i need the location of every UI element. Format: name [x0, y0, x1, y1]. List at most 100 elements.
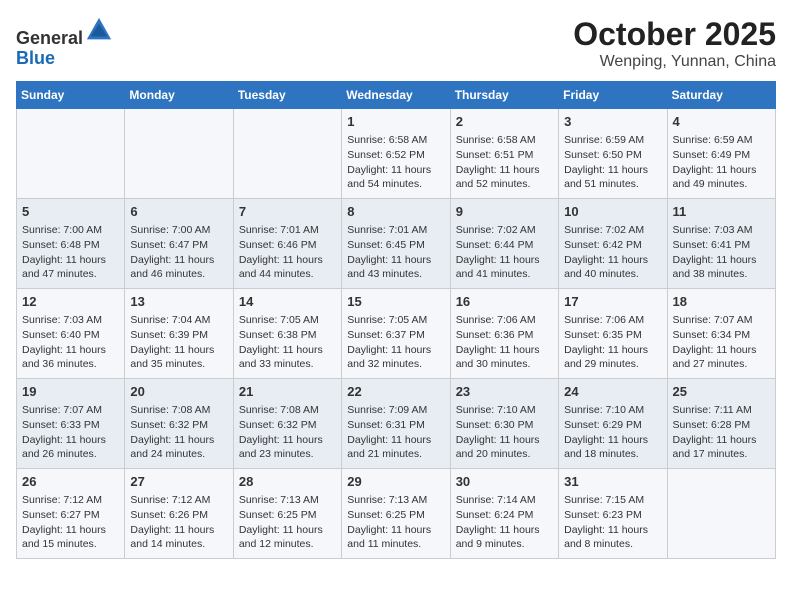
- week-row-3: 12 Sunrise: 7:03 AM Sunset: 6:40 PM Dayli…: [17, 289, 776, 379]
- day-cell-22: 22 Sunrise: 7:09 AM Sunset: 6:31 PM Dayli…: [342, 379, 450, 469]
- day-info: Sunrise: 7:04 AM Sunset: 6:39 PM Dayligh…: [130, 313, 227, 372]
- day-number: 29: [347, 473, 444, 491]
- day-number: 5: [22, 203, 119, 221]
- day-cell-4: 4 Sunrise: 6:59 AM Sunset: 6:49 PM Daylig…: [667, 109, 775, 199]
- day-number: 16: [456, 293, 553, 311]
- day-cell-12: 12 Sunrise: 7:03 AM Sunset: 6:40 PM Dayli…: [17, 289, 125, 379]
- day-info: Sunrise: 7:01 AM Sunset: 6:46 PM Dayligh…: [239, 223, 336, 282]
- day-info: Sunrise: 6:59 AM Sunset: 6:49 PM Dayligh…: [673, 133, 770, 192]
- day-number: 14: [239, 293, 336, 311]
- day-cell-18: 18Sunrise: 7:07 AM Sunset: 6:34 PM Dayli…: [667, 289, 775, 379]
- weekday-sunday: Sunday: [17, 82, 125, 109]
- day-info: Sunrise: 7:10 AM Sunset: 6:29 PM Dayligh…: [564, 403, 661, 462]
- day-info: Sunrise: 7:08 AM Sunset: 6:32 PM Dayligh…: [239, 403, 336, 462]
- day-cell-8: 8Sunrise: 7:01 AM Sunset: 6:45 PM Daylig…: [342, 199, 450, 289]
- day-info: Sunrise: 6:58 AM Sunset: 6:52 PM Dayligh…: [347, 133, 444, 192]
- day-info: Sunrise: 7:03 AM Sunset: 6:40 PM Dayligh…: [22, 313, 119, 372]
- day-cell-31: 31 Sunrise: 7:15 AM Sunset: 6:23 PM Dayli…: [559, 469, 667, 559]
- day-number: 10: [564, 203, 661, 221]
- day-cell-16: 16 Sunrise: 7:06 AM Sunset: 6:36 PM Dayli…: [450, 289, 558, 379]
- day-number: 20: [130, 383, 227, 401]
- day-info: Sunrise: 7:13 AM Sunset: 6:25 PM Dayligh…: [347, 493, 444, 552]
- day-cell-7: 7 Sunrise: 7:01 AM Sunset: 6:46 PM Daylig…: [233, 199, 341, 289]
- day-info: Sunrise: 7:15 AM Sunset: 6:23 PM Dayligh…: [564, 493, 661, 552]
- day-number: 25: [673, 383, 770, 401]
- day-number: 18: [673, 293, 770, 311]
- day-info: Sunrise: 7:14 AM Sunset: 6:24 PM Dayligh…: [456, 493, 553, 552]
- empty-cell: [233, 109, 341, 199]
- day-info: Sunrise: 7:10 AM Sunset: 6:30 PM Dayligh…: [456, 403, 553, 462]
- day-cell-24: 24 Sunrise: 7:10 AM Sunset: 6:29 PM Dayli…: [559, 379, 667, 469]
- day-info: Sunrise: 7:00 AM Sunset: 6:47 PM Dayligh…: [130, 223, 227, 282]
- day-cell-26: 26Sunrise: 7:12 AM Sunset: 6:27 PM Dayli…: [17, 469, 125, 559]
- day-number: 24: [564, 383, 661, 401]
- empty-cell: [125, 109, 233, 199]
- day-info: Sunrise: 7:09 AM Sunset: 6:31 PM Dayligh…: [347, 403, 444, 462]
- empty-cell: [17, 109, 125, 199]
- day-cell-20: 20Sunrise: 7:08 AM Sunset: 6:32 PM Dayli…: [125, 379, 233, 469]
- week-row-4: 19Sunrise: 7:07 AM Sunset: 6:33 PM Dayli…: [17, 379, 776, 469]
- day-number: 23: [456, 383, 553, 401]
- weekday-wednesday: Wednesday: [342, 82, 450, 109]
- day-cell-30: 30Sunrise: 7:14 AM Sunset: 6:24 PM Dayli…: [450, 469, 558, 559]
- week-row-5: 26Sunrise: 7:12 AM Sunset: 6:27 PM Dayli…: [17, 469, 776, 559]
- day-number: 28: [239, 473, 336, 491]
- day-info: Sunrise: 7:03 AM Sunset: 6:41 PM Dayligh…: [673, 223, 770, 282]
- day-info: Sunrise: 6:59 AM Sunset: 6:50 PM Dayligh…: [564, 133, 661, 192]
- day-info: Sunrise: 7:06 AM Sunset: 6:36 PM Dayligh…: [456, 313, 553, 372]
- day-info: Sunrise: 7:02 AM Sunset: 6:44 PM Dayligh…: [456, 223, 553, 282]
- day-info: Sunrise: 7:07 AM Sunset: 6:33 PM Dayligh…: [22, 403, 119, 462]
- day-info: Sunrise: 7:12 AM Sunset: 6:26 PM Dayligh…: [130, 493, 227, 552]
- calendar-header: SundayMondayTuesdayWednesdayThursdayFrid…: [17, 82, 776, 109]
- day-number: 15: [347, 293, 444, 311]
- day-cell-1: 1Sunrise: 6:58 AM Sunset: 6:52 PM Daylig…: [342, 109, 450, 199]
- day-number: 26: [22, 473, 119, 491]
- empty-cell: [667, 469, 775, 559]
- day-cell-19: 19Sunrise: 7:07 AM Sunset: 6:33 PM Dayli…: [17, 379, 125, 469]
- day-cell-3: 3 Sunrise: 6:59 AM Sunset: 6:50 PM Daylig…: [559, 109, 667, 199]
- day-number: 13: [130, 293, 227, 311]
- day-number: 2: [456, 113, 553, 131]
- day-cell-21: 21 Sunrise: 7:08 AM Sunset: 6:32 PM Dayli…: [233, 379, 341, 469]
- day-number: 7: [239, 203, 336, 221]
- day-number: 4: [673, 113, 770, 131]
- logo-blue-text: Blue: [16, 48, 55, 68]
- day-cell-27: 27Sunrise: 7:12 AM Sunset: 6:26 PM Dayli…: [125, 469, 233, 559]
- calendar-body: 1Sunrise: 6:58 AM Sunset: 6:52 PM Daylig…: [17, 109, 776, 559]
- day-number: 8: [347, 203, 444, 221]
- day-info: Sunrise: 7:00 AM Sunset: 6:48 PM Dayligh…: [22, 223, 119, 282]
- weekday-tuesday: Tuesday: [233, 82, 341, 109]
- day-info: Sunrise: 7:11 AM Sunset: 6:28 PM Dayligh…: [673, 403, 770, 462]
- weekday-row: SundayMondayTuesdayWednesdayThursdayFrid…: [17, 82, 776, 109]
- location-subtitle: Wenping, Yunnan, China: [573, 53, 776, 71]
- day-cell-6: 6 Sunrise: 7:00 AM Sunset: 6:47 PM Daylig…: [125, 199, 233, 289]
- day-number: 12: [22, 293, 119, 311]
- day-number: 21: [239, 383, 336, 401]
- day-cell-17: 17Sunrise: 7:06 AM Sunset: 6:35 PM Dayli…: [559, 289, 667, 379]
- logo-icon: [85, 16, 113, 44]
- weekday-thursday: Thursday: [450, 82, 558, 109]
- day-info: Sunrise: 6:58 AM Sunset: 6:51 PM Dayligh…: [456, 133, 553, 192]
- day-info: Sunrise: 7:06 AM Sunset: 6:35 PM Dayligh…: [564, 313, 661, 372]
- day-cell-25: 25 Sunrise: 7:11 AM Sunset: 6:28 PM Dayli…: [667, 379, 775, 469]
- day-cell-13: 13 Sunrise: 7:04 AM Sunset: 6:39 PM Dayli…: [125, 289, 233, 379]
- day-cell-23: 23 Sunrise: 7:10 AM Sunset: 6:30 PM Dayli…: [450, 379, 558, 469]
- day-info: Sunrise: 7:05 AM Sunset: 6:37 PM Dayligh…: [347, 313, 444, 372]
- day-number: 6: [130, 203, 227, 221]
- day-number: 3: [564, 113, 661, 131]
- day-info: Sunrise: 7:02 AM Sunset: 6:42 PM Dayligh…: [564, 223, 661, 282]
- day-cell-29: 29 Sunrise: 7:13 AM Sunset: 6:25 PM Dayli…: [342, 469, 450, 559]
- day-info: Sunrise: 7:05 AM Sunset: 6:38 PM Dayligh…: [239, 313, 336, 372]
- day-info: Sunrise: 7:13 AM Sunset: 6:25 PM Dayligh…: [239, 493, 336, 552]
- day-number: 31: [564, 473, 661, 491]
- title-block: October 2025 Wenping, Yunnan, China: [573, 16, 776, 71]
- day-cell-2: 2 Sunrise: 6:58 AM Sunset: 6:51 PM Daylig…: [450, 109, 558, 199]
- logo: General Blue: [16, 16, 113, 69]
- day-number: 11: [673, 203, 770, 221]
- weekday-saturday: Saturday: [667, 82, 775, 109]
- week-row-1: 1Sunrise: 6:58 AM Sunset: 6:52 PM Daylig…: [17, 109, 776, 199]
- day-number: 22: [347, 383, 444, 401]
- day-cell-11: 11 Sunrise: 7:03 AM Sunset: 6:41 PM Dayli…: [667, 199, 775, 289]
- day-cell-5: 5 Sunrise: 7:00 AM Sunset: 6:48 PM Daylig…: [17, 199, 125, 289]
- day-cell-9: 9Sunrise: 7:02 AM Sunset: 6:44 PM Daylig…: [450, 199, 558, 289]
